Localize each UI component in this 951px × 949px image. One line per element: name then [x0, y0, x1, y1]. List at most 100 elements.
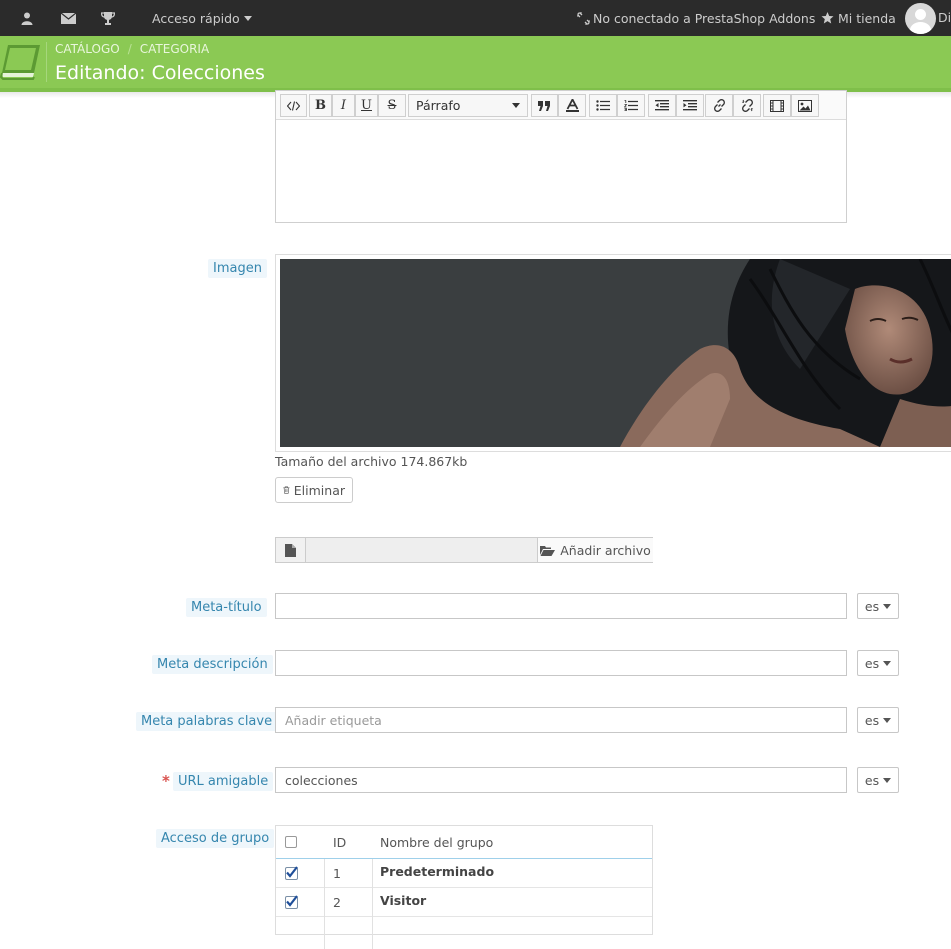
- chevron-down-icon: [883, 717, 892, 723]
- folder-open-icon: [540, 545, 556, 556]
- underline-button[interactable]: U: [355, 94, 378, 117]
- file-name-field[interactable]: [306, 538, 537, 562]
- trash-icon: [283, 486, 290, 494]
- group-id: 1: [333, 865, 341, 881]
- meta-title-language-dropdown[interactable]: es: [857, 593, 899, 619]
- numbered-list-button[interactable]: [617, 94, 645, 117]
- group-access-table: ID Nombre del grupo 1 Predeterminado 2 V…: [275, 825, 653, 949]
- chevron-down-icon: [512, 103, 520, 108]
- outdent-icon: [655, 100, 669, 111]
- addons-connection-link[interactable]: No conectado a PrestaShop Addons: [577, 0, 815, 36]
- outdent-button[interactable]: [648, 94, 676, 117]
- table-header: ID Nombre del grupo: [276, 826, 652, 859]
- meta-keywords-language-dropdown[interactable]: es: [857, 707, 899, 733]
- quick-access-label: Acceso rápido: [152, 10, 240, 26]
- text-color-button[interactable]: [558, 94, 586, 117]
- group-name: Visitor: [380, 893, 427, 908]
- group-access-label: Acceso de grupo: [156, 829, 275, 848]
- meta-keywords-tag-input[interactable]: Añadir etiqueta: [275, 707, 847, 733]
- description-editor[interactable]: B I U S Párrafo: [275, 90, 847, 223]
- meta-description-input[interactable]: [275, 650, 847, 676]
- book-icon: [0, 45, 40, 80]
- addons-status-text: No conectado a PrestaShop Addons: [593, 10, 816, 26]
- column-header-group-name: Nombre del grupo: [380, 834, 494, 850]
- code-icon: [287, 100, 300, 111]
- editor-content[interactable]: [276, 121, 846, 222]
- friendly-url-label: URL amigable: [173, 772, 274, 791]
- employee-name[interactable]: Di: [938, 10, 951, 25]
- file-icon: [276, 538, 306, 562]
- quote-icon: [538, 100, 550, 111]
- chevron-down-icon: [883, 660, 892, 666]
- table-row: 2 Visitor: [276, 888, 652, 917]
- delete-image-label: Eliminar: [293, 482, 345, 498]
- trophy-icon[interactable]: [101, 0, 115, 36]
- my-store-link[interactable]: Mi tienda: [821, 0, 896, 36]
- check-icon: [286, 894, 298, 907]
- group-name: Predeterminado: [380, 864, 495, 879]
- chevron-down-icon: [883, 777, 892, 783]
- meta-description-label: Meta descripción: [152, 655, 273, 674]
- blockquote-button[interactable]: [531, 94, 558, 117]
- bullet-list-button[interactable]: [589, 94, 617, 117]
- bold-button[interactable]: B: [309, 94, 332, 117]
- breadcrumb-category[interactable]: CATEGORIA: [140, 42, 209, 56]
- breadcrumb: CATÁLOGO / CATEGORIA: [55, 42, 210, 56]
- group-id: 2: [333, 894, 341, 910]
- delete-image-button[interactable]: Eliminar: [275, 477, 353, 503]
- chevron-down-icon: [243, 15, 252, 21]
- numbered-list-icon: [624, 100, 638, 111]
- link-icon: [713, 99, 725, 112]
- table-row: [276, 917, 652, 946]
- category-image-preview: [275, 254, 951, 452]
- remove-link-button[interactable]: [733, 94, 761, 117]
- image-icon: [798, 99, 812, 112]
- category-image: [280, 259, 951, 447]
- meta-description-language-dropdown[interactable]: es: [857, 650, 899, 676]
- column-header-id: ID: [333, 834, 347, 850]
- meta-title-label: Meta-título: [186, 598, 267, 617]
- page-title: Editando: Colecciones: [55, 62, 265, 84]
- image-upload-group: Añadir archivo: [275, 537, 653, 563]
- format-select-value: Párrafo: [416, 98, 461, 113]
- avatar[interactable]: [905, 3, 936, 34]
- text-color-icon: [565, 99, 579, 112]
- bullet-list-icon: [596, 100, 610, 111]
- add-file-button[interactable]: Añadir archivo: [537, 538, 653, 562]
- breadcrumb-catalog[interactable]: CATÁLOGO: [55, 42, 120, 56]
- film-icon: [770, 99, 784, 112]
- image-label: Imagen: [208, 259, 267, 278]
- group-checkbox[interactable]: [285, 894, 298, 909]
- top-navbar: Acceso rápido No conectado a PrestaShop …: [0, 0, 951, 36]
- format-select[interactable]: Párrafo: [408, 94, 528, 117]
- my-store-label: Mi tienda: [838, 10, 896, 26]
- model-photo: [280, 259, 951, 447]
- employee-icon[interactable]: [21, 0, 33, 36]
- insert-image-button[interactable]: [791, 94, 819, 117]
- friendly-url-language-dropdown[interactable]: es: [857, 767, 899, 793]
- editor-toolbar: B I U S Párrafo: [276, 91, 846, 120]
- insert-link-button[interactable]: [705, 94, 733, 117]
- select-all-checkbox[interactable]: [285, 836, 297, 848]
- meta-title-input[interactable]: [275, 593, 847, 619]
- insert-video-button[interactable]: [763, 94, 791, 117]
- add-file-label: Añadir archivo: [560, 542, 651, 558]
- table-row: 1 Predeterminado: [276, 859, 652, 888]
- friendly-url-input[interactable]: colecciones: [275, 767, 847, 793]
- file-size-text: Tamaño del archivo 174.867kb: [275, 454, 468, 469]
- unlink-icon: [577, 11, 590, 25]
- indent-icon: [683, 100, 697, 111]
- group-checkbox[interactable]: [285, 865, 298, 880]
- strikethrough-button[interactable]: S: [378, 94, 406, 117]
- meta-keywords-label: Meta palabras clave: [136, 712, 278, 731]
- indent-button[interactable]: [676, 94, 704, 117]
- required-asterisk: *: [162, 772, 170, 790]
- italic-button[interactable]: I: [332, 94, 355, 117]
- unlink-icon: [741, 99, 753, 112]
- quick-access-menu[interactable]: Acceso rápido: [152, 0, 252, 36]
- source-code-button[interactable]: [280, 94, 307, 117]
- chevron-down-icon: [883, 603, 892, 609]
- envelope-icon[interactable]: [61, 0, 76, 36]
- star-icon: [821, 12, 834, 24]
- check-icon: [286, 865, 298, 878]
